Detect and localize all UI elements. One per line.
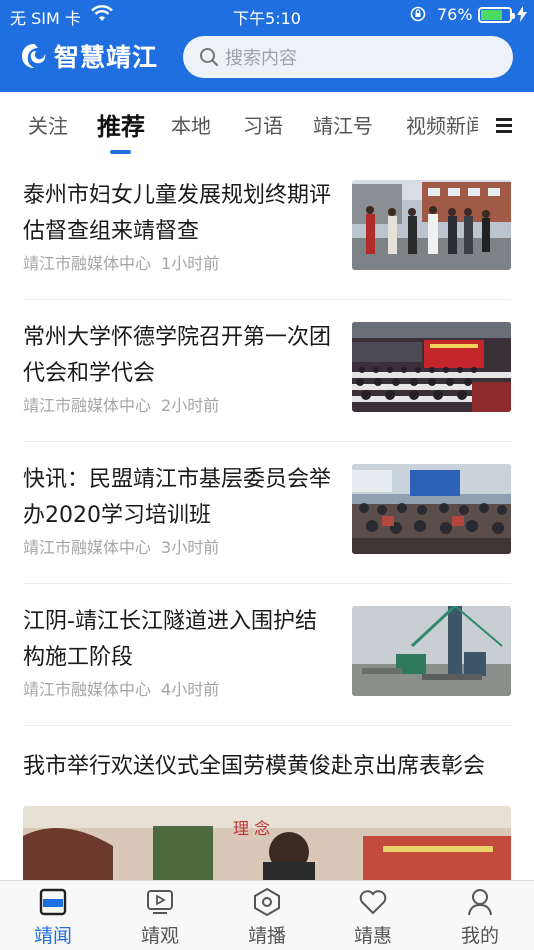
status-bar: 无 SIM 卡 下午5:10 76% (0, 0, 534, 30)
news-item[interactable]: 泰州市妇女儿童发展规划终期评估督查组来靖督查 靖江市融媒体中心 1小时前 (23, 158, 511, 300)
nav-label: 靖闻 (33, 925, 72, 947)
news-age: 2小时前 (161, 396, 220, 415)
channel-tabs: 关注 推荐 本地 习语 靖江号 视频新闻 (0, 92, 534, 158)
nav-label: 我的 (460, 925, 499, 947)
tab-jingjiang-accounts[interactable]: 靖江号 (313, 110, 373, 139)
search-bar[interactable]: 搜索内容 (183, 36, 513, 78)
news-meta: 靖江市融媒体中心 1小时前 (23, 250, 219, 274)
news-thumbnail (352, 180, 511, 270)
tabs-scroll[interactable]: 关注 推荐 本地 习语 靖江号 视频新闻 (0, 92, 478, 158)
nav-jingwen[interactable]: 靖闻 (18, 887, 88, 949)
app-name: 智慧靖江 (54, 43, 159, 72)
broadcast-icon (254, 887, 280, 917)
news-thumbnail (352, 606, 511, 696)
search-placeholder: 搜索内容 (225, 48, 297, 69)
news-source: 靖江市融媒体中心 (23, 254, 152, 273)
battery-icon (478, 7, 515, 23)
news-title: 快讯：民盟靖江市基层委员会举办2020学习培训班 (23, 467, 332, 528)
news-title: 常州大学怀德学院召开第一次团代会和学代会 (23, 325, 332, 386)
tab-recommend[interactable]: 推荐 (97, 107, 145, 142)
tab-video-news[interactable]: 视频新闻 (406, 110, 478, 139)
active-tab-indicator (110, 150, 131, 154)
news-age: 4小时前 (161, 680, 220, 699)
news-age: 1小时前 (161, 254, 220, 273)
video-icon (147, 890, 173, 914)
profile-icon (468, 889, 492, 916)
news-source: 靖江市融媒体中心 (23, 680, 152, 699)
nav-label: 靖惠 (353, 925, 392, 947)
nav-mine[interactable]: 我的 (445, 887, 515, 949)
nav-jingbo[interactable]: 靖播 (232, 887, 302, 949)
bottom-tab-bar: 靖闻 靖观 靖播 靖惠 我的 (0, 880, 534, 950)
news-thumbnail (352, 322, 511, 412)
app-screen: 无 SIM 卡 下午5:10 76% 智慧靖江 搜索内容 关注 推荐 本地 习语… (0, 0, 534, 950)
news-meta: 靖江市融媒体中心 4小时前 (23, 676, 219, 700)
news-icon (39, 888, 67, 916)
news-source: 靖江市融媒体中心 (23, 538, 152, 557)
heart-icon (359, 890, 387, 915)
search-icon (200, 48, 218, 66)
news-meta: 靖江市融媒体中心 2小时前 (23, 392, 219, 416)
nav-jingguan[interactable]: 靖观 (125, 887, 195, 949)
app-logo[interactable]: 智慧靖江 (20, 38, 158, 74)
charging-icon (517, 6, 527, 26)
news-thumbnail (352, 464, 511, 554)
news-title: 泰州市妇女儿童发展规划终期评估督查组来靖督查 (23, 183, 332, 244)
tab-follow[interactable]: 关注 (28, 110, 68, 139)
nav-label: 靖观 (140, 925, 179, 947)
nav-label: 靖播 (247, 925, 286, 947)
tab-quotes[interactable]: 习语 (243, 110, 283, 139)
news-age: 3小时前 (161, 538, 220, 557)
news-item[interactable]: 常州大学怀德学院召开第一次团代会和学代会 靖江市融媒体中心 2小时前 (23, 300, 511, 442)
tab-local[interactable]: 本地 (171, 110, 211, 139)
news-source: 靖江市融媒体中心 (23, 396, 152, 415)
battery-percent: 76% (437, 5, 473, 24)
news-title: 江阴-靖江长江隧道进入围护结构施工阶段 (23, 609, 317, 670)
top-bar: 无 SIM 卡 下午5:10 76% 智慧靖江 搜索内容 (0, 0, 534, 92)
logo-mark-icon (22, 44, 46, 68)
banner-text: 理 念 (233, 819, 270, 838)
news-item[interactable]: 快讯：民盟靖江市基层委员会举办2020学习培训班 靖江市融媒体中心 3小时前 (23, 442, 511, 584)
rotation-lock-icon (410, 6, 426, 22)
channel-menu-icon[interactable] (496, 118, 512, 134)
nav-jinghui[interactable]: 靖惠 (338, 887, 408, 949)
news-item[interactable]: 江阴-靖江长江隧道进入围护结构施工阶段 靖江市融媒体中心 4小时前 (23, 584, 511, 726)
news-meta: 靖江市融媒体中心 3小时前 (23, 534, 219, 558)
featured-title[interactable]: 我市举行欢送仪式全国劳模黄俊赴京出席表彰会 (23, 748, 511, 780)
featured-image[interactable]: 理 念 (23, 806, 511, 886)
